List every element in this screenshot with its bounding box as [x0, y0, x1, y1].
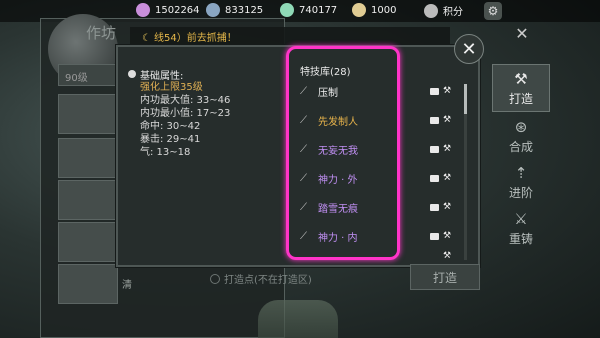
attr-line: 内功最大值: 33~46: [140, 95, 231, 106]
list-item[interactable]: [58, 264, 118, 304]
attr-line: 暴击: 29~41: [140, 134, 201, 145]
nav-merge[interactable]: ⊛ 合成: [492, 112, 550, 160]
skill-tools: ⚒: [430, 251, 451, 261]
attr-line: 强化上限35级: [140, 82, 203, 93]
scroll-icon: [430, 87, 439, 95]
forge-hint: 打造点(不在打造区): [210, 271, 312, 286]
highlight-annotation: [286, 46, 400, 260]
base-attributes-title: 基础属性:: [140, 70, 184, 82]
merge-icon: ⊛: [514, 117, 528, 136]
base-attributes-heading: 基础属性:: [128, 67, 278, 82]
hammer-icon: ⚒: [443, 115, 452, 125]
gem-icon: [280, 3, 294, 17]
character-figure: [258, 300, 338, 338]
hammer-icon: ⚔: [514, 209, 528, 228]
workshop-title: 作坊: [86, 24, 117, 42]
nav-merge-label: 合成: [508, 139, 533, 154]
ingot-resource: 1000: [352, 3, 396, 17]
silver-icon: [206, 3, 220, 17]
skill-tools: ⚒: [430, 202, 451, 212]
skill-tools: ⚒: [430, 173, 451, 183]
scroll-icon: [430, 145, 439, 153]
nav-recast-label: 重铸: [508, 231, 533, 246]
hammer-icon: ⚒: [443, 202, 452, 212]
skill-scroll-thumb[interactable]: [464, 84, 467, 114]
scroll-icon: [430, 203, 439, 211]
points-label: 积分: [443, 7, 463, 18]
scroll-icon: [430, 174, 439, 182]
close-icon[interactable]: ✕: [454, 34, 484, 64]
bullet-icon: [128, 70, 136, 78]
forge-button[interactable]: 打造: [410, 264, 480, 290]
coin-value: 1502264: [155, 4, 200, 16]
quest-banner[interactable]: ☾ 线54）前去抓捕！: [130, 27, 450, 45]
hammer-icon: ⚒: [443, 144, 452, 154]
skill-tools: ⚒: [430, 231, 451, 241]
points-button[interactable]: 积分: [424, 3, 463, 18]
scroll-icon: [430, 232, 439, 240]
list-item[interactable]: [58, 222, 118, 262]
list-item[interactable]: [58, 138, 118, 178]
quest-banner-text: 线54）前去抓捕！: [153, 33, 237, 44]
nav-upgrade[interactable]: ⇡ 进阶: [492, 158, 550, 206]
silver-value: 833125: [225, 4, 264, 16]
coin-resource: 1502264: [136, 3, 200, 17]
gem-value: 740177: [299, 4, 338, 16]
base-attributes: 基础属性: 强化上限35级 内功最大值: 33~46 内功最小值: 17~23 …: [128, 67, 278, 159]
scroll-icon: [430, 116, 439, 124]
hammer-icon: ⚒: [443, 173, 452, 183]
skill-tools: ⚒: [430, 144, 451, 154]
forge-hint-text: 打造点(不在打造区): [224, 275, 312, 286]
ingot-value: 1000: [371, 4, 397, 16]
nav-recast[interactable]: ⚔ 重铸: [492, 204, 550, 252]
hammer-icon: ⚒: [443, 251, 452, 261]
list-item[interactable]: [58, 180, 118, 220]
points-icon: [424, 3, 438, 18]
nav-forge-label: 打造: [508, 91, 533, 106]
hammer-icon: ⚒: [443, 86, 452, 96]
gem-resource: 740177: [280, 3, 337, 17]
ingot-icon: [352, 3, 366, 17]
workshop-close-icon[interactable]: ✕: [510, 22, 534, 46]
attr-line: 命中: 30~42: [140, 121, 201, 132]
list-item[interactable]: [58, 94, 118, 134]
moon-icon: ☾: [142, 33, 151, 44]
skill-tools: ⚒: [430, 115, 451, 125]
attr-line: 气: 13~18: [140, 147, 191, 158]
skill-tools: ⚒: [430, 86, 451, 96]
nav-upgrade-label: 进阶: [508, 185, 533, 200]
list-item-label: 清: [122, 280, 132, 291]
gear-icon[interactable]: ⚙: [484, 2, 502, 20]
nav-forge[interactable]: ⚒ 打造: [492, 64, 550, 112]
attr-line: 内功最小值: 17~23: [140, 108, 231, 119]
hammer-icon: ⚒: [443, 231, 452, 241]
anvil-icon: ⚒: [514, 69, 528, 88]
upgrade-icon: ⇡: [514, 163, 528, 182]
search-icon: [210, 273, 220, 284]
coin-icon: [136, 3, 150, 17]
silver-resource: 833125: [206, 3, 263, 17]
